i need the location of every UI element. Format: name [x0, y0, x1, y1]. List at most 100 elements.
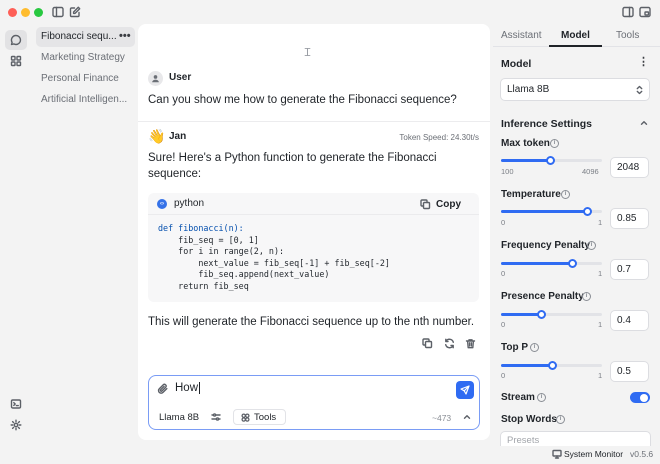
send-icon	[460, 385, 470, 395]
settings-gear-icon[interactable]	[10, 419, 22, 431]
presence-penalty-slider[interactable]	[501, 310, 602, 319]
code-line: for i in range(2, n):	[158, 246, 285, 257]
slider-thumb[interactable]	[547, 361, 557, 370]
max-token-slider[interactable]	[501, 156, 602, 165]
frequency-penalty-max: 1	[598, 269, 603, 278]
window-close-button[interactable]	[8, 8, 17, 17]
chat-bubble-icon	[10, 34, 22, 46]
message-divider	[138, 121, 490, 122]
code-line: next_value = fib_seq[-1] + fib_seq[-2]	[158, 257, 390, 268]
send-button[interactable]	[456, 381, 474, 399]
temperature-input[interactable]: 0.85	[610, 208, 649, 229]
select-chevrons-icon	[635, 85, 644, 95]
window-minimize-button[interactable]	[21, 8, 30, 17]
copy-message-icon[interactable]	[422, 338, 433, 349]
system-monitor-icon[interactable]	[552, 449, 562, 459]
slider-thumb[interactable]	[582, 207, 592, 216]
slider-fill	[501, 313, 542, 316]
presence-penalty-label: Presence Penalty	[501, 291, 584, 302]
window-zoom-button[interactable]	[34, 8, 43, 17]
slider-fill	[501, 159, 551, 162]
code-line: def fibonacci(n):	[158, 223, 244, 233]
layout-icon[interactable]	[639, 6, 651, 18]
max-token-max: 4096	[582, 167, 599, 176]
tab-tools[interactable]: Tools	[616, 30, 639, 41]
hub-grid-icon[interactable]	[10, 55, 22, 67]
presence-penalty-info-icon[interactable]: i	[582, 292, 591, 301]
python-language-icon: ‹›	[157, 199, 167, 209]
app-version: v0.5.6	[630, 449, 654, 459]
message-input[interactable]: How	[175, 382, 201, 394]
thread-title: Marketing Strategy	[41, 52, 125, 63]
copy-label: Copy	[436, 198, 461, 210]
code-language-label: python	[174, 198, 205, 209]
model-select[interactable]: Llama 8B	[500, 78, 650, 101]
frequency-penalty-input[interactable]: 0.7	[610, 259, 649, 280]
tab-model[interactable]: Model	[561, 30, 590, 41]
slider-thumb[interactable]	[546, 156, 556, 165]
stop-words-placeholder: Presets	[507, 435, 540, 446]
copy-code-button[interactable]: Copy	[420, 196, 472, 212]
max-token-input[interactable]: 2048	[610, 157, 649, 178]
top-p-info-icon[interactable]: i	[530, 343, 539, 352]
slider-fill	[501, 262, 572, 265]
thread-title: Personal Finance	[41, 73, 119, 84]
top-p-slider[interactable]	[501, 361, 602, 370]
user-name: User	[169, 72, 192, 83]
attachment-paperclip-icon[interactable]	[157, 383, 169, 395]
frequency-penalty-slider[interactable]	[501, 259, 602, 268]
toggle-knob	[640, 393, 648, 402]
presence-penalty-input[interactable]: 0.4	[610, 310, 649, 331]
frequency-penalty-info-icon[interactable]: i	[587, 241, 596, 250]
user-message: Can you show me how to generate the Fibo…	[148, 94, 457, 106]
code-line: fib_seq = [0, 1]	[158, 234, 259, 245]
model-more-options-icon[interactable]: ⋮	[638, 57, 649, 68]
slider-thumb[interactable]	[537, 310, 547, 319]
code-line: fib_seq.append(next_value)	[158, 269, 330, 280]
frequency-penalty-label: Frequency Penalty	[501, 240, 590, 251]
stop-words-info-icon[interactable]: i	[556, 415, 565, 424]
top-p-max: 1	[598, 371, 603, 380]
code-content: def fibonacci(n): fib_seq = [0, 1] for i…	[158, 223, 390, 293]
presence-penalty-min: 0	[501, 320, 506, 329]
message-composer[interactable]: How Llama 8B Tools ~473	[148, 375, 480, 430]
new-thread-icon[interactable]	[69, 6, 81, 18]
slider-thumb[interactable]	[567, 259, 577, 268]
top-p-label: Top P	[501, 342, 529, 353]
reply-intro-line2: sequence:	[148, 168, 202, 180]
max-token-info-icon[interactable]: i	[550, 139, 559, 148]
temperature-slider[interactable]	[501, 207, 602, 216]
collapse-chevron-up-icon[interactable]	[639, 118, 649, 128]
code-block: ‹› python Copy def fibonacci(n): fib_seq…	[148, 193, 479, 302]
reply-outro: This will generate the Fibonacci sequenc…	[148, 316, 475, 328]
expand-chevron-up-icon[interactable]	[462, 412, 472, 422]
token-speed: Token Speed: 24.30t/s	[399, 133, 479, 142]
slider-fill	[501, 210, 587, 213]
local-api-server-icon[interactable]	[10, 398, 22, 410]
composer-model-label[interactable]: Llama 8B	[159, 412, 199, 423]
system-monitor-label[interactable]: System Monitor	[564, 449, 623, 459]
thread-item-marketing[interactable]: Marketing Strategy	[36, 48, 135, 68]
stop-words-input[interactable]: Presets	[500, 431, 651, 447]
model-settings-sliders-icon[interactable]	[211, 412, 221, 422]
thread-more-options-icon[interactable]: •••	[119, 27, 131, 45]
max-token-min: 100	[501, 167, 514, 176]
stream-info-icon[interactable]: i	[537, 393, 546, 402]
max-token-label: Max token	[501, 138, 550, 149]
temperature-info-icon[interactable]: i	[561, 190, 570, 199]
thread-item-ai[interactable]: Artificial Intelligen...	[36, 90, 135, 110]
tab-assistant[interactable]: Assistant	[501, 30, 542, 41]
stream-toggle[interactable]	[630, 392, 650, 403]
top-p-input[interactable]: 0.5	[610, 361, 649, 382]
thread-item-finance[interactable]: Personal Finance	[36, 69, 135, 89]
inference-settings-title: Inference Settings	[501, 118, 593, 130]
delete-message-icon[interactable]	[465, 338, 476, 349]
tools-icon	[241, 412, 250, 422]
tools-button[interactable]: Tools	[233, 409, 286, 425]
toggle-left-panel-icon[interactable]	[52, 6, 64, 18]
user-avatar	[148, 71, 163, 86]
token-count: ~473	[432, 413, 452, 423]
regenerate-icon[interactable]	[444, 338, 455, 349]
toggle-right-panel-icon[interactable]	[622, 6, 634, 18]
stream-label: Stream	[501, 392, 535, 403]
